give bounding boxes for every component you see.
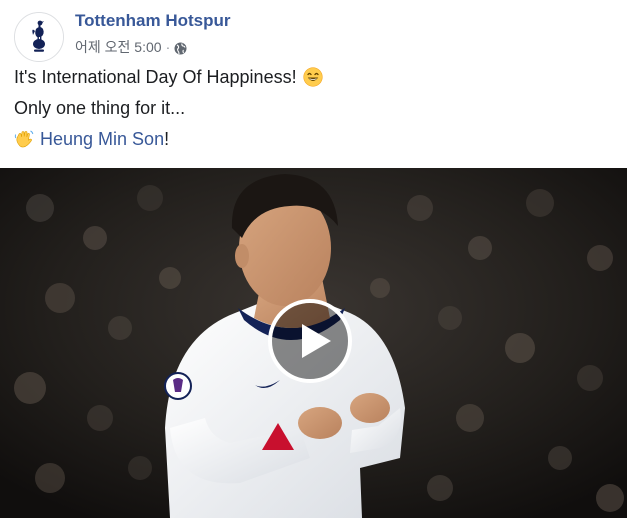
post-line-1: It's International Day Of Happiness! [14, 66, 614, 88]
mention-link[interactable]: Heung Min Son [40, 128, 164, 150]
post-text: It's International Day Of Happiness! Onl… [14, 66, 614, 159]
post-header: Tottenham Hotspur 어제 오전 5:00 · [12, 8, 612, 62]
page-avatar[interactable] [14, 12, 64, 62]
post-line-text: Only one thing for it... [14, 98, 186, 118]
globe-icon[interactable] [174, 42, 187, 55]
post-timestamp[interactable]: 어제 오전 5:00 [75, 37, 162, 57]
grinning-face-emoji-icon [302, 67, 323, 87]
play-button[interactable] [268, 299, 352, 383]
meta-separator: · [165, 39, 171, 55]
facebook-post: Tottenham Hotspur 어제 오전 5:00 · It's Inte… [0, 0, 627, 518]
post-line-3: Heung Min Son! [14, 128, 614, 150]
page-name-link[interactable]: Tottenham Hotspur [75, 11, 231, 31]
post-meta: 어제 오전 5:00 · [75, 37, 187, 57]
post-line-text: It's International Day Of Happiness! [14, 67, 297, 87]
post-line-2: Only one thing for it... [14, 97, 614, 119]
mention-suffix: ! [164, 129, 170, 149]
spurs-crest-icon [15, 13, 63, 61]
play-icon [302, 324, 331, 358]
waving-hand-emoji-icon [14, 129, 34, 149]
video-player[interactable] [0, 168, 627, 518]
